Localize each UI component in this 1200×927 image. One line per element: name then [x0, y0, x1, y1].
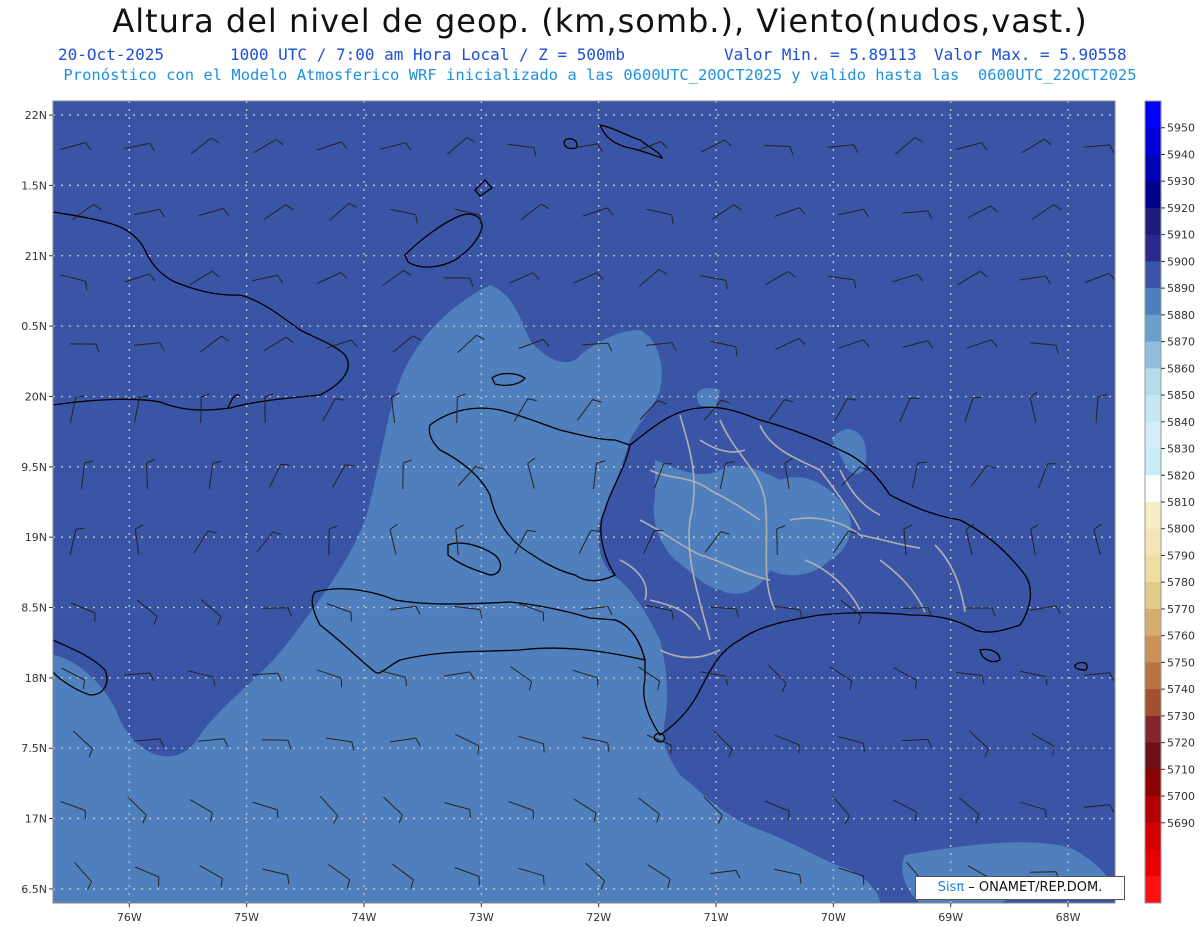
colorbar-swatch: [1145, 261, 1161, 289]
colorbar-label: 5740: [1167, 683, 1195, 696]
colorbar-swatch: [1145, 528, 1161, 556]
colorbar-swatch: [1145, 662, 1161, 690]
colorbar-label: 5720: [1167, 737, 1195, 750]
colorbar-swatch: [1145, 555, 1161, 583]
colorbar-label: 5940: [1167, 148, 1195, 161]
lat-label: 22N: [25, 109, 47, 122]
lat-label: 18N: [25, 672, 47, 685]
colorbar-label: 5900: [1167, 255, 1195, 268]
colorbar-label: 5890: [1167, 282, 1195, 295]
lon-label: 76W: [117, 911, 142, 924]
lat-label: 21N: [25, 250, 47, 263]
colorbar-label: 5690: [1167, 817, 1195, 830]
colorbar-swatch: [1145, 207, 1161, 236]
colorbar-label: 5910: [1167, 229, 1195, 242]
colorbar-label: 5710: [1167, 763, 1195, 776]
colorbar-swatch: [1145, 181, 1161, 209]
colorbar-label: 5850: [1167, 389, 1195, 402]
colorbar-swatch: [1145, 502, 1161, 530]
colorbar-swatch: [1145, 288, 1161, 316]
colorbar-swatch: [1145, 101, 1161, 129]
lat-label: 17N: [25, 813, 47, 826]
valid-date: 20-Oct-2025: [58, 45, 164, 64]
colorbar-swatch: [1145, 608, 1161, 637]
colorbar-swatch: [1145, 635, 1161, 663]
forecast-note: Pronóstico con el Modelo Atmosferico WRF…: [63, 66, 1137, 84]
colorbar-label: 5730: [1167, 710, 1195, 723]
colorbar-label: 5810: [1167, 496, 1195, 509]
map-figure: 22N 1.5N 21N 0.5N 20N 9.5N 19N 8.5N 18N 7.5N 17N 6.…: [21, 100, 1195, 924]
lon-label: 68W: [1056, 911, 1081, 924]
colorbar-label: 5930: [1167, 175, 1195, 188]
colorbar-swatch: [1145, 822, 1161, 851]
map-title: Altura del nivel de geop. (km,somb.), Vi…: [112, 2, 1088, 40]
colorbar-label: 5780: [1167, 576, 1195, 589]
lon-label: 72W: [586, 911, 611, 924]
colorbar-label: 5870: [1167, 336, 1195, 349]
lon-label: 75W: [234, 911, 259, 924]
lon-label: 69W: [938, 911, 963, 924]
lat-label: 20N: [25, 390, 47, 403]
colorbar-label: 5860: [1167, 362, 1195, 375]
colorbar-label: 5790: [1167, 549, 1195, 562]
colorbar-label: 5880: [1167, 309, 1195, 322]
credit-brand: Sisπ: [937, 880, 965, 895]
colorbar-swatch: [1145, 475, 1161, 503]
colorbar-label: 5750: [1167, 656, 1195, 669]
colorbar-label: 5770: [1167, 603, 1195, 616]
colorbar-label: 5800: [1167, 523, 1195, 536]
lat-label: 6.5N: [21, 883, 47, 896]
lat-label: 8.5N: [21, 602, 47, 615]
colorbar-swatch: [1145, 715, 1161, 744]
valid-time-level: 1000 UTC / 7:00 am Hora Local / Z = 500m…: [230, 45, 625, 64]
colorbar-swatch: [1145, 796, 1161, 824]
colorbar-swatch: [1145, 876, 1161, 904]
colorbar-swatch: [1145, 234, 1161, 262]
colorbar: 5950 5940 5930 5920 5910 5900 5890 5880 5870 5860…: [1144, 100, 1195, 904]
colorbar-swatch: [1145, 127, 1161, 155]
lat-label: 19N: [25, 531, 47, 544]
lon-label: 74W: [352, 911, 377, 924]
lon-label: 70W: [821, 911, 846, 924]
colorbar-swatch: [1145, 582, 1161, 610]
colorbar-swatch: [1145, 742, 1161, 770]
colorbar-label: 5830: [1167, 443, 1195, 456]
credit-box: Sisπ – ONAMET/REP.DOM.: [915, 876, 1125, 900]
lon-label: 73W: [469, 911, 494, 924]
colorbar-swatch: [1145, 689, 1161, 717]
colorbar-label: 5820: [1167, 469, 1195, 482]
colorbar-swatch: [1145, 154, 1161, 182]
colorbar-swatch: [1145, 368, 1161, 396]
colorbar-swatch: [1145, 341, 1161, 369]
colorbar-swatch: [1145, 314, 1161, 343]
colorbar-label: 5760: [1167, 630, 1195, 643]
lat-label: 9.5N: [21, 461, 47, 474]
colorbar-swatch: [1145, 849, 1161, 877]
colorbar-label: 5920: [1167, 202, 1195, 215]
colorbar-label: 5700: [1167, 790, 1195, 803]
colorbar-swatch: [1145, 395, 1161, 423]
colorbar-swatch: [1145, 421, 1161, 450]
credit-text: – ONAMET/REP.DOM.: [964, 880, 1103, 895]
lat-label: 1.5N: [21, 179, 47, 192]
lat-label: 0.5N: [21, 320, 47, 333]
colorbar-swatch: [1145, 448, 1161, 476]
lat-label: 7.5N: [21, 742, 47, 755]
colorbar-swatch: [1145, 769, 1161, 797]
min-value: Valor Min. = 5.89113: [724, 45, 917, 64]
lon-label: 71W: [704, 911, 729, 924]
colorbar-label: 5840: [1167, 416, 1195, 429]
max-value: Valor Max. = 5.90558: [934, 45, 1127, 64]
colorbar-label: 5950: [1167, 122, 1195, 135]
